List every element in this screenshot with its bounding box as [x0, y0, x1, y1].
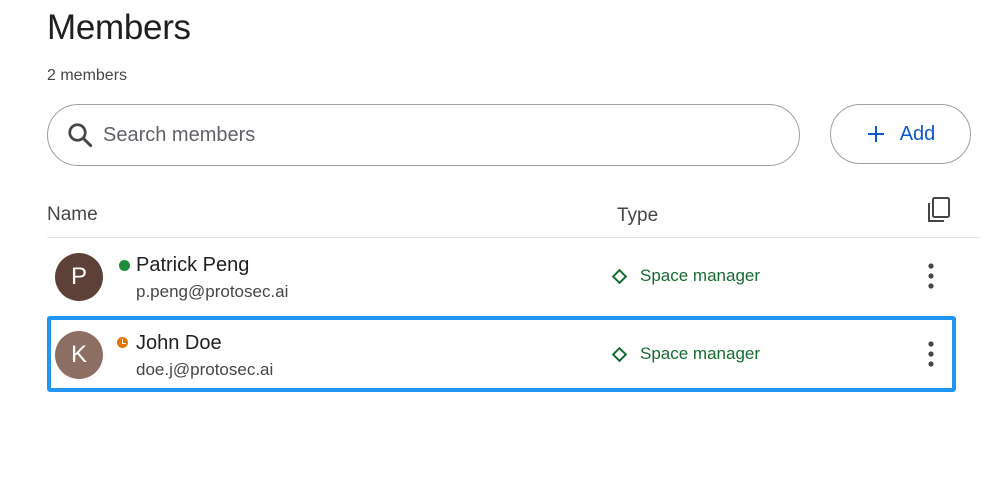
- more-vert-icon: [928, 263, 934, 289]
- member-type-label: Space manager: [640, 266, 761, 285]
- online-status-icon: [119, 260, 130, 271]
- avatar: K: [55, 331, 103, 379]
- more-options-button[interactable]: [919, 339, 943, 369]
- member-count: 2 members: [47, 67, 128, 84]
- diamond-icon: [611, 268, 628, 284]
- more-options-button[interactable]: [919, 261, 943, 291]
- member-type-label: Space manager: [640, 344, 761, 363]
- plus-icon: [867, 126, 884, 142]
- member-row[interactable]: P Patrick Peng p.peng@protosec.ai Space …: [47, 239, 956, 315]
- member-row-selected[interactable]: K John Doe doe.j@protosec.ai Space manag…: [47, 316, 956, 392]
- diamond-icon: [611, 346, 628, 362]
- column-header-type: Type: [617, 205, 659, 226]
- add-button-label: Add: [899, 122, 936, 145]
- away-status-icon: [117, 337, 128, 348]
- search-icon: [68, 123, 93, 148]
- page-title: Members: [47, 8, 191, 47]
- members-panel: Members 2 members Add Name Type P Patric…: [0, 0, 1005, 495]
- member-type: Space manager: [611, 344, 760, 364]
- member-name: John Doe: [136, 332, 222, 354]
- avatar: P: [55, 253, 103, 301]
- column-header-name: Name: [47, 204, 98, 225]
- member-name: Patrick Peng: [136, 254, 250, 276]
- member-email: doe.j@protosec.ai: [136, 360, 274, 379]
- search-bar[interactable]: [47, 104, 800, 166]
- more-vert-icon: [928, 341, 934, 367]
- member-email: p.peng@protosec.ai: [136, 282, 289, 301]
- member-type: Space manager: [611, 266, 760, 286]
- add-member-button[interactable]: Add: [830, 104, 971, 164]
- copy-icon[interactable]: [926, 196, 952, 224]
- search-input[interactable]: [103, 123, 743, 147]
- header-divider: [47, 237, 980, 238]
